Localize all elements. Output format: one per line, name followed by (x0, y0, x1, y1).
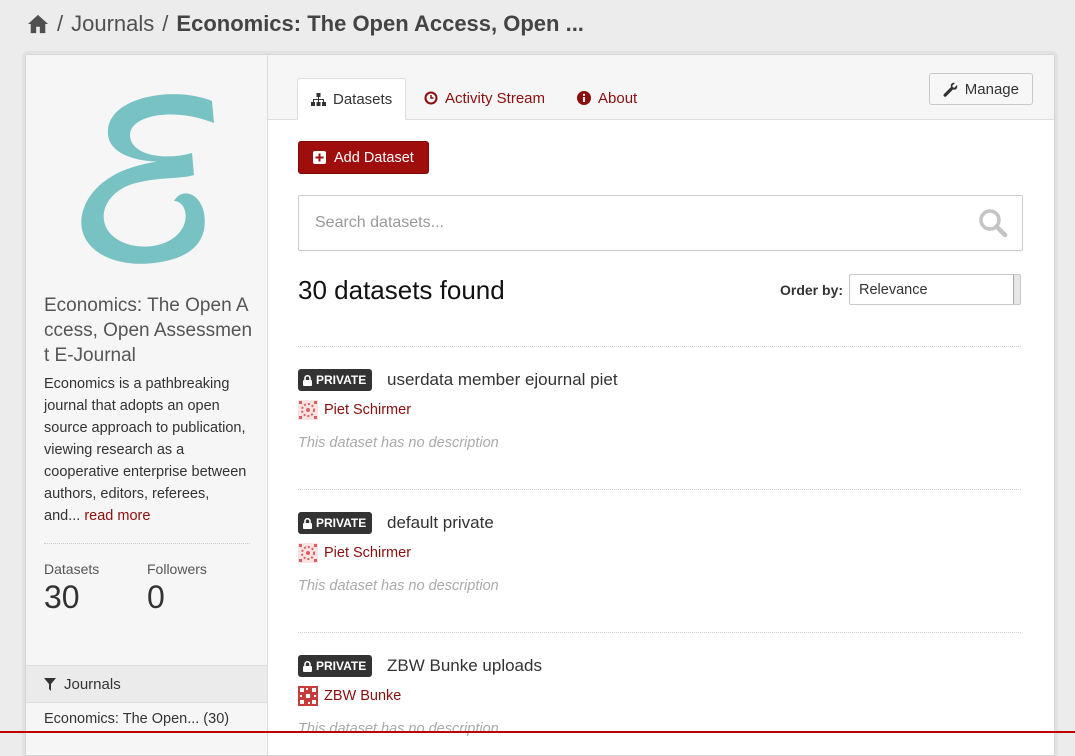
tab-datasets-label: Datasets (333, 90, 393, 108)
breadcrumb-separator: / (57, 11, 64, 36)
user-avatar-icon (298, 400, 318, 420)
tab-about[interactable]: About (564, 78, 650, 118)
journals-facet-header: Journals (26, 665, 267, 703)
read-more-link[interactable]: read more (84, 508, 150, 524)
dataset-description: This dataset has no description (298, 578, 499, 594)
manage-button[interactable]: Manage (928, 73, 1033, 105)
user-avatar-icon (298, 543, 318, 563)
sidebar: Economics: The Open Access, Open Assessm… (26, 55, 268, 755)
dataset-author[interactable]: Piet Schirmer (298, 543, 411, 563)
tab-activity-stream[interactable]: Activity Stream (411, 78, 558, 118)
order-by-label: Order by: (780, 282, 844, 298)
tab-activity-stream-label: Activity Stream (445, 89, 546, 107)
dataset-title-link[interactable]: ZBW Bunke uploads (387, 655, 542, 677)
tab-bar: Datasets Activity Stream About Manage (268, 55, 1054, 120)
info-icon (577, 91, 591, 105)
breadcrumb-journals-link[interactable]: Journals (71, 11, 154, 37)
private-badge: PRIVATE (298, 512, 373, 534)
results-count: 30 datasets found (298, 275, 505, 305)
dataset-divider (298, 489, 1021, 490)
filter-icon (44, 677, 56, 691)
followers-stat-value: 0 (147, 579, 165, 615)
dataset-author[interactable]: ZBW Bunke (298, 686, 401, 706)
dataset-author-name: ZBW Bunke (324, 688, 402, 704)
content-card: Economics: The Open Access, Open Assessm… (25, 54, 1055, 756)
dataset-title-link[interactable]: default private (387, 512, 494, 534)
lock-icon (303, 517, 312, 529)
order-by-value: Relevance (859, 281, 928, 298)
add-dataset-button[interactable]: Add Dataset (298, 141, 429, 174)
add-dataset-label: Add Dataset (334, 149, 414, 166)
breadcrumb-separator: / (162, 11, 169, 36)
lock-icon (303, 374, 312, 386)
followers-stat: Followers 0 (147, 561, 207, 616)
select-arrow (1013, 275, 1020, 304)
search-box (298, 195, 1023, 251)
dataset-divider (298, 346, 1021, 347)
private-badge-label: PRIVATE (316, 659, 367, 673)
journals-facet-item[interactable]: Economics: The Open... (30) (44, 711, 229, 727)
org-title: Economics: The Open Access, Open Assessm… (44, 295, 253, 366)
datasets-stat-value: 30 (44, 579, 80, 615)
private-badge-label: PRIVATE (316, 373, 367, 387)
org-description: Economics is a pathbreaking journal that… (44, 373, 249, 527)
org-description-text: Economics is a pathbreaking journal that… (44, 376, 247, 524)
tab-about-label: About (598, 89, 638, 107)
dataset-author[interactable]: Piet Schirmer (298, 400, 411, 420)
clock-icon (424, 91, 438, 105)
private-badge: PRIVATE (298, 369, 373, 391)
dataset-divider (298, 632, 1021, 633)
breadcrumb: / Journals / Economics: The Open Access,… (27, 9, 584, 39)
private-badge-label: PRIVATE (316, 516, 367, 530)
journals-facet-title: Journals (64, 675, 121, 693)
user-avatar-icon (298, 686, 318, 706)
search-icon[interactable] (978, 208, 1008, 238)
breadcrumb-current[interactable]: Economics: The Open Access, Open ... (176, 11, 584, 37)
order-by-select[interactable]: Relevance (849, 274, 1021, 305)
dataset-description: This dataset has no description (298, 435, 499, 451)
tab-datasets[interactable]: Datasets (297, 78, 407, 120)
datasets-stat: Datasets 30 (44, 561, 99, 616)
private-badge: PRIVATE (298, 655, 373, 677)
dataset-title-link[interactable]: userdata member ejournal piet (387, 369, 618, 391)
journal-logo[interactable] (64, 83, 224, 273)
lock-icon (303, 660, 312, 672)
sidebar-divider (44, 543, 250, 544)
manage-button-label: Manage (964, 80, 1019, 98)
dataset-description: This dataset has no description (298, 721, 499, 737)
followers-stat-label: Followers (147, 561, 207, 577)
wrench-icon (943, 82, 958, 97)
sitemap-icon (311, 92, 326, 106)
plus-square-icon (313, 151, 326, 164)
datasets-stat-label: Datasets (44, 561, 100, 577)
main-content: Datasets Activity Stream About Manage Ad… (268, 55, 1054, 755)
search-input[interactable] (299, 196, 977, 250)
dataset-author-name: Piet Schirmer (324, 545, 412, 561)
home-icon[interactable] (27, 14, 49, 34)
dataset-author-name: Piet Schirmer (324, 402, 412, 418)
